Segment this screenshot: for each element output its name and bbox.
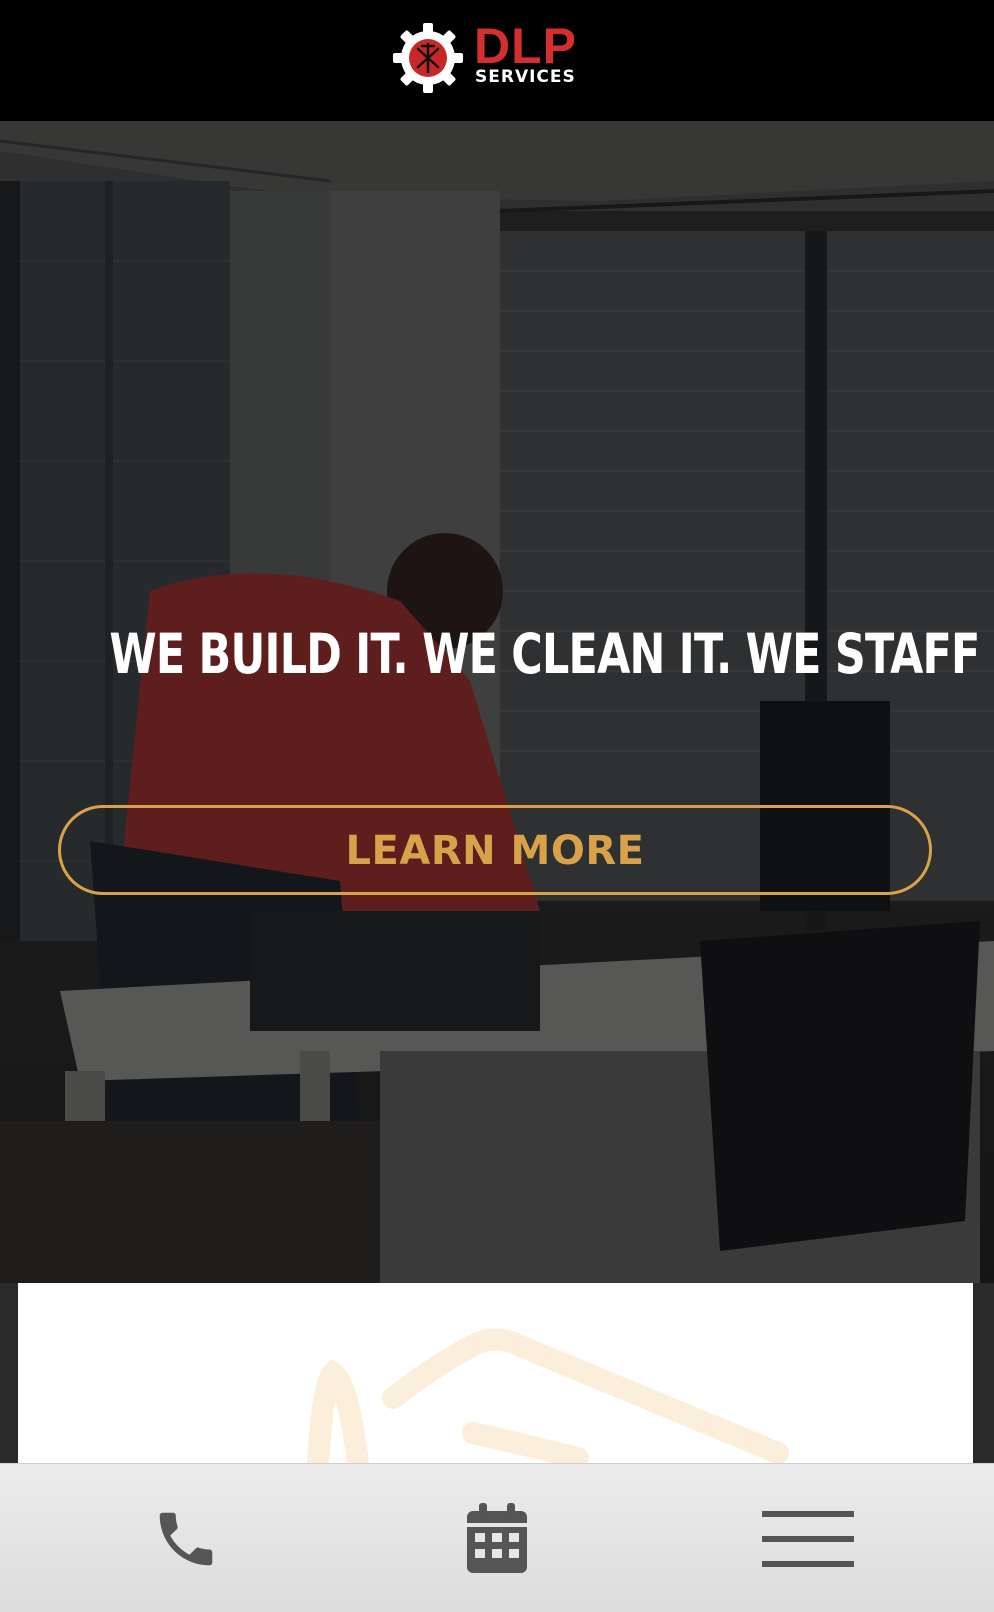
menu-icon [761,1510,854,1567]
logo-wordmark: DLP [474,18,577,74]
decorative-house-graphic [307,1328,789,1474]
content-card [18,1283,973,1483]
hero-section: WE BUILD IT. WE CLEAN IT. WE STAFF IT. L… [0,121,994,1283]
menu-button[interactable] [642,1464,973,1612]
hero-overlay [0,121,994,1283]
calendar-icon [466,1502,527,1573]
phone-icon [159,1512,212,1565]
learn-more-button[interactable]: LEARN MORE [58,805,932,895]
schedule-button[interactable] [331,1464,662,1612]
page: DLP SERVICES WE BUILD IT. WE CLEAN IT. W… [0,0,994,1612]
logo-link[interactable]: DLP SERVICES [392,20,602,96]
logo-subtitle: SERVICES [475,67,576,87]
bottom-action-bar [0,1463,994,1612]
gear-logo-icon [393,23,463,93]
hero-heading: WE BUILD IT. WE CLEAN IT. WE STAFF IT. [109,622,994,686]
call-button[interactable] [20,1464,351,1612]
site-header: DLP SERVICES [0,0,994,121]
